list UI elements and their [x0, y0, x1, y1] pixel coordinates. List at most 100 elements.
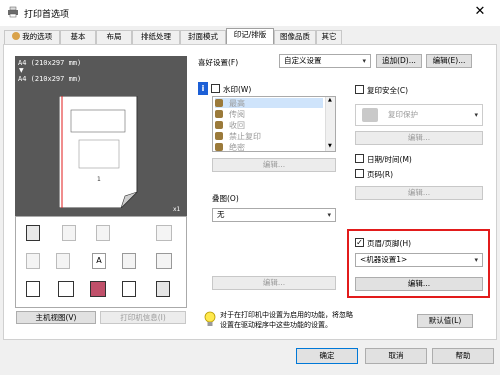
tab-label: 印记/排版: [233, 30, 267, 39]
lightbulb-icon: [204, 311, 216, 326]
down-arrow-icon: ▼: [19, 67, 24, 74]
default-button[interactable]: 默认值(L): [417, 314, 473, 328]
copy-security-edit-button[interactable]: 编辑...: [355, 131, 483, 145]
tab-label: 基本: [70, 32, 86, 41]
overlay-edit-button[interactable]: 编辑...: [212, 276, 336, 290]
list-item-label: 绝密: [229, 143, 245, 152]
list-item[interactable]: 绝密: [215, 142, 323, 152]
copy-security-select[interactable]: 复印保护 ▾: [355, 104, 483, 126]
tab-quality[interactable]: 图像品质: [274, 30, 316, 44]
edit-favorite-button[interactable]: 编辑(E)...: [426, 54, 472, 68]
tab-cover[interactable]: 封面模式: [180, 30, 226, 44]
list-item-selected[interactable]: 最高: [215, 98, 323, 108]
copy-protect-icon: [362, 108, 378, 122]
main-view-button[interactable]: 主机视图(V): [16, 311, 96, 324]
header-footer-value: <机器设置1>: [360, 255, 408, 264]
header-footer-edit-button[interactable]: 编辑...: [355, 277, 483, 291]
copy-security-label: 复印安全(C): [367, 86, 409, 95]
rotate-icon[interactable]: [156, 225, 172, 241]
page-number-edit-button[interactable]: 编辑...: [355, 186, 483, 200]
overlay-label: 叠图(O): [212, 194, 239, 203]
cover-icon[interactable]: [26, 281, 40, 297]
copies-count: x1: [173, 206, 181, 213]
tab-label: 布局: [106, 32, 122, 41]
scroll-up-icon[interactable]: ▲: [328, 97, 332, 103]
tab-layout[interactable]: 布局: [96, 30, 132, 44]
user-icon: [11, 32, 20, 40]
secure-print-icon[interactable]: [90, 281, 106, 297]
header-footer-select[interactable]: <机器设置1> ▾: [355, 253, 483, 267]
chevron-down-icon: ▾: [327, 211, 331, 219]
stamp-icon: [215, 99, 223, 107]
chevron-down-icon: ▾: [362, 57, 366, 65]
datetime-checkbox[interactable]: [355, 154, 364, 163]
help-button[interactable]: 帮助: [432, 348, 494, 364]
watermark-list[interactable]: 最高 传阅 收回 禁止复印 绝密 ▲ ▼: [212, 96, 336, 152]
list-item-label: 禁止复印: [229, 132, 261, 141]
chevron-down-icon: ▾: [474, 111, 478, 119]
stamp-icon: [215, 121, 223, 129]
stamp-icon: [215, 132, 223, 140]
stamp-icon: [215, 143, 223, 151]
printer-icon: [8, 6, 18, 18]
tab-label: 其它: [321, 32, 337, 41]
favorites-value: 自定义设置: [284, 56, 322, 65]
staple-icon[interactable]: [56, 253, 70, 269]
combine-icon[interactable]: [96, 225, 110, 241]
close-button[interactable]: ✕: [468, 3, 492, 21]
list-item-label: 传阅: [229, 110, 245, 119]
watermark-label: 水印(W): [223, 85, 252, 94]
cancel-button[interactable]: 取消: [365, 348, 427, 364]
tab-stamp[interactable]: 印记/排版: [226, 28, 274, 44]
window-title: 打印首选项: [24, 10, 70, 20]
header-footer-checkbox[interactable]: ✓: [355, 238, 364, 247]
header-footer-label: 页眉/页脚(H): [367, 239, 412, 248]
info-text-line1: 对于在打印机中设置为启用的功能，将忽略: [220, 311, 353, 319]
tab-finishing[interactable]: 排纸处理: [132, 30, 180, 44]
function-icon-grid: A: [15, 216, 187, 308]
chevron-down-icon: ▾: [474, 256, 478, 264]
overlay-icon[interactable]: [122, 281, 136, 297]
copy-security-checkbox[interactable]: [355, 85, 364, 94]
booklet-icon[interactable]: [26, 225, 40, 241]
watermark-edit-button[interactable]: 编辑...: [212, 158, 336, 172]
list-item[interactable]: 禁止复印: [215, 131, 323, 141]
fold-icon[interactable]: [156, 253, 172, 269]
add-favorite-button[interactable]: 追加(D)...: [376, 54, 422, 68]
svg-text:1: 1: [97, 176, 101, 183]
poster-icon[interactable]: [62, 225, 76, 241]
person-icon[interactable]: [58, 281, 74, 297]
list-item[interactable]: 收回: [215, 120, 323, 130]
tab-bar: 我的选项 基本 布局 排纸处理 封面模式 印记/排版 图像品质 其它: [0, 28, 500, 44]
punch-icon[interactable]: [122, 253, 136, 269]
stamp-icon: [215, 110, 223, 118]
tab-label: 排纸处理: [141, 32, 171, 41]
scrollbar[interactable]: ▲ ▼: [325, 97, 335, 151]
list-item[interactable]: 传阅: [215, 109, 323, 119]
page-number-checkbox[interactable]: [355, 169, 364, 178]
paper-size-output: A4 (210x297 mm): [18, 75, 82, 83]
text-stamp-icon[interactable]: A: [92, 253, 106, 269]
favorites-select[interactable]: 自定义设置 ▾: [279, 54, 371, 68]
duplex-icon[interactable]: [26, 253, 40, 269]
overlay-select[interactable]: 无 ▾: [212, 208, 336, 222]
tab-label: 封面模式: [188, 32, 218, 41]
datetime-label: 日期/时间(M): [367, 155, 412, 164]
list-item-label: 收回: [229, 121, 245, 130]
watermark-checkbox[interactable]: [211, 84, 220, 93]
header-footer-icon[interactable]: [156, 281, 170, 297]
tab-my-options[interactable]: 我的选项: [4, 30, 60, 44]
page-number-label: 页码(R): [367, 170, 394, 179]
info-text-line2: 设置在驱动程序中这些功能的设置。: [220, 321, 332, 329]
tab-other[interactable]: 其它: [316, 30, 342, 44]
copy-security-value: 复印保护: [388, 110, 418, 119]
tab-basic[interactable]: 基本: [60, 30, 96, 44]
preview-area: A4 (210x297 mm) ▼ A4 (210x297 mm) 1 x1: [15, 56, 187, 216]
printer-info-button[interactable]: 打印机信息(I): [100, 311, 186, 324]
scroll-down-icon[interactable]: ▼: [328, 143, 332, 149]
list-item-label: 最高: [229, 99, 245, 108]
tab-label: 图像品质: [280, 32, 310, 41]
ok-button[interactable]: 确定: [296, 348, 358, 364]
info-icon: i: [198, 82, 208, 95]
page-preview-image: 1: [59, 96, 138, 208]
